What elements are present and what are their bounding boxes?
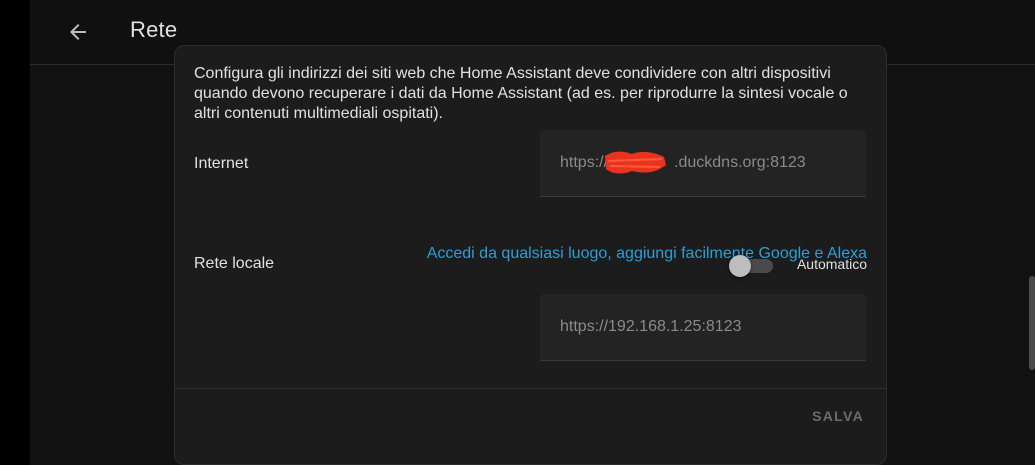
toggle-thumb [729,255,751,277]
redaction-scribble [605,151,666,174]
internet-url-suffix: .duckdns.org:8123 [674,154,806,171]
arrow-back-icon [70,24,86,40]
automatic-toggle[interactable] [729,254,773,278]
left-edge [0,0,30,465]
back-button[interactable] [56,10,100,54]
page-content: Configura gli indirizzi dei siti web che… [30,45,1035,465]
network-url-card: Configura gli indirizzi dei siti web che… [174,45,887,465]
internet-label: Internet [194,155,249,172]
page-scrollbar[interactable] [1029,276,1035,370]
page-title: Rete [130,17,178,42]
internet-url-field[interactable]: https:// .duckdns.org:8123 [540,130,866,197]
card-description: Configura gli indirizzi dei siti web che… [194,65,848,122]
local-network-label: Rete locale [194,255,275,272]
internet-url-prefix: https:// [560,154,609,171]
automatic-toggle-label: Automatico [796,256,867,272]
internet-url-value: https:// .duckdns.org:8123 [560,154,806,172]
save-button[interactable]: SALVA [812,408,864,424]
card-actions-divider [175,388,886,389]
local-url-value: https://192.168.1.25:8123 [560,318,742,335]
local-url-field[interactable]: https://192.168.1.25:8123 [540,294,866,361]
app-screen: Rete Configura gli indirizzi dei siti we… [0,0,1035,465]
